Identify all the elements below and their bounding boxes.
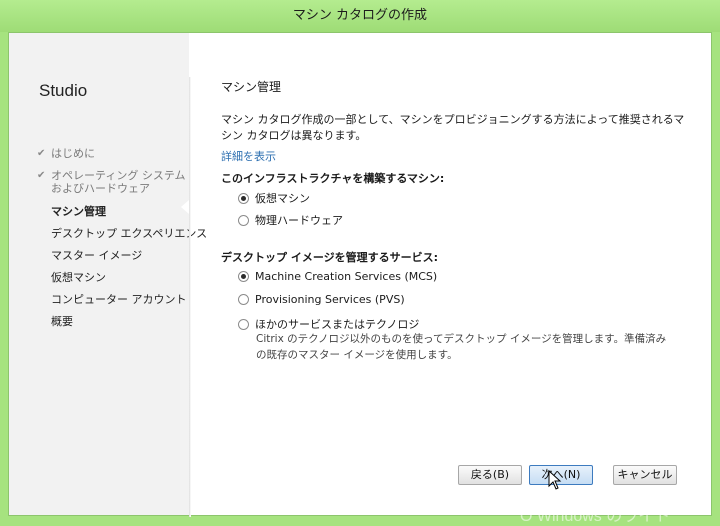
- step-introduction: ✔ はじめに: [37, 147, 95, 160]
- radio-selected-icon[interactable]: [238, 193, 249, 204]
- step-label: マスター イメージ: [51, 249, 143, 262]
- step-desktop-experience: デスクトップ エクスペリエンス: [51, 227, 207, 240]
- radio-other-technology[interactable]: ほかのサービスまたはテクノロジ: [238, 316, 419, 332]
- mouse-cursor-icon: [548, 470, 562, 490]
- other-technology-note: Citrix のテクノロジ以外のものを使ってデスクトップ イメージを管理します。…: [256, 333, 667, 361]
- page-title: マシン管理: [221, 80, 282, 94]
- radio-pvs[interactable]: Provisioning Services (PVS): [238, 293, 405, 306]
- radio-label: Provisioning Services (PVS): [255, 293, 405, 306]
- window-title: マシン カタログの作成: [292, 8, 428, 23]
- brand-title: Studio: [39, 81, 88, 100]
- step-label: オペレーティング システム: [51, 169, 186, 182]
- sidebar-divider: [189, 77, 191, 517]
- back-button[interactable]: 戻る(B): [458, 465, 522, 485]
- current-step-indicator: [181, 200, 189, 214]
- radio-unselected-icon[interactable]: [238, 319, 249, 330]
- image-section-heading: デスクトップ イメージを管理するサービス:: [221, 251, 439, 264]
- main-content: マシン管理 マシン カタログ作成の一部として、マシンをプロビジョニングする方法に…: [221, 33, 701, 515]
- step-label: マシン管理: [51, 205, 106, 218]
- watermark: O Windows のライト: [520, 508, 671, 525]
- check-icon: ✔: [37, 148, 46, 159]
- step-machine-management: マシン管理: [51, 205, 106, 218]
- radio-label: 物理ハードウェア: [255, 214, 343, 227]
- infra-section-heading: このインフラストラクチャを構築するマシン:: [221, 172, 445, 185]
- step-label-line2: およびハードウェア: [51, 182, 150, 195]
- sidebar: Studio ✔ はじめに ✔ オペレーティング システム およびハードウェア …: [9, 33, 207, 515]
- step-label: はじめに: [51, 147, 95, 160]
- step-master-image: マスター イメージ: [51, 249, 142, 262]
- step-summary: 概要: [51, 315, 73, 328]
- radio-unselected-icon[interactable]: [238, 215, 249, 226]
- radio-label: Machine Creation Services (MCS): [255, 270, 438, 283]
- dialog-frame: Studio ✔ はじめに ✔ オペレーティング システム およびハードウェア …: [8, 32, 712, 517]
- cancel-button[interactable]: キャンセル: [613, 465, 677, 485]
- step-label: デスクトップ エクスペリエンス: [51, 227, 208, 240]
- radio-unselected-icon[interactable]: [238, 294, 249, 305]
- page-description: マシン カタログ作成の一部として、マシンをプロビジョニングする方法によって推奨さ…: [221, 113, 685, 142]
- step-os-hardware: ✔ オペレーティング システム およびハードウェア: [37, 169, 186, 195]
- step-computer-accounts: コンピューター アカウント: [51, 293, 187, 306]
- step-label: 概要: [51, 315, 73, 328]
- details-link[interactable]: 詳細を表示: [221, 148, 276, 164]
- check-icon: ✔: [37, 170, 46, 181]
- step-label: 仮想マシン: [51, 271, 106, 284]
- radio-label: ほかのサービスまたはテクノロジ: [255, 318, 420, 331]
- radio-label: 仮想マシン: [255, 192, 310, 205]
- window-title-bar: マシン カタログの作成: [0, 0, 720, 32]
- step-virtual-machines: 仮想マシン: [51, 271, 106, 284]
- step-label: コンピューター アカウント: [51, 293, 187, 306]
- radio-physical-hardware[interactable]: 物理ハードウェア: [238, 212, 343, 228]
- radio-mcs[interactable]: Machine Creation Services (MCS): [238, 270, 437, 283]
- radio-selected-icon[interactable]: [238, 271, 249, 282]
- radio-virtual-machines[interactable]: 仮想マシン: [238, 190, 310, 206]
